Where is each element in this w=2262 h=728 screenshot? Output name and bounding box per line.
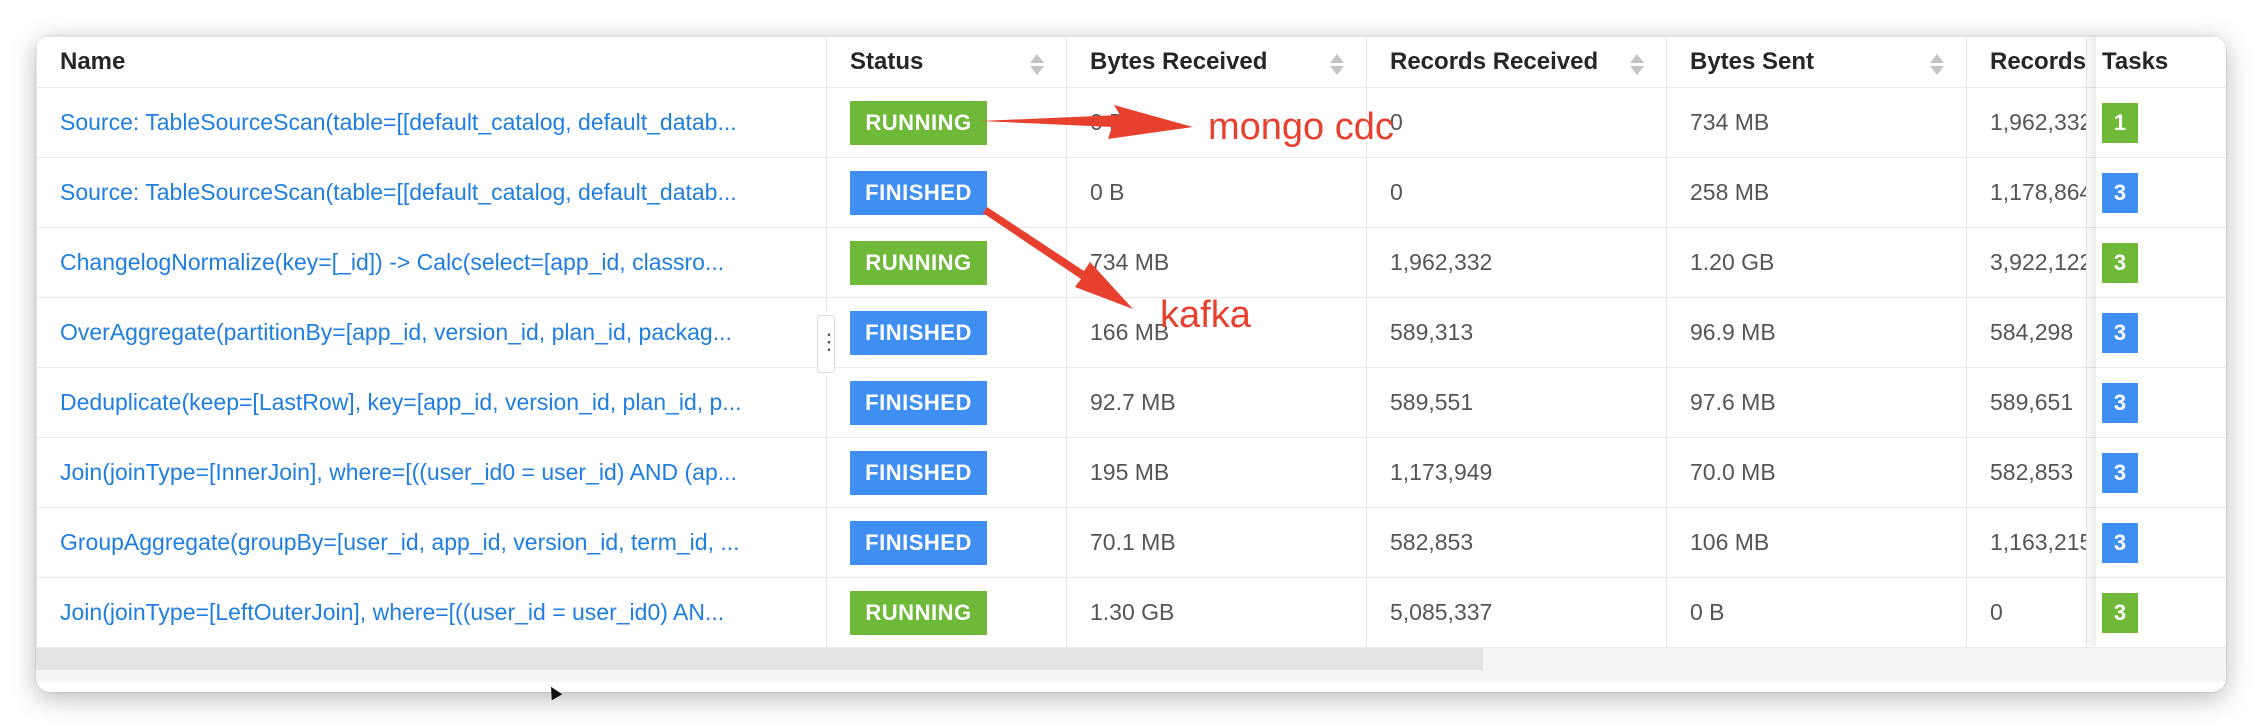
task-count-badge: 3	[2102, 312, 2138, 353]
column-header-name[interactable]: Name	[36, 36, 827, 88]
bytes-received-cell: 195 MB	[1066, 437, 1367, 508]
column-header-status[interactable]: Status	[826, 36, 1067, 88]
table-row[interactable]: Deduplicate(keep=[LastRow], key=[app_id,…	[36, 367, 2226, 438]
records-received-cell: 582,853	[1366, 507, 1667, 578]
table-row[interactable]: Source: TableSourceScan(table=[[default_…	[36, 87, 2226, 158]
sort-caret-icon[interactable]	[1330, 52, 1344, 76]
records-received-cell: 589,313	[1366, 297, 1667, 368]
bytes-sent-cell: 734 MB	[1666, 87, 1967, 158]
tasks-cell: 3	[2086, 507, 2226, 578]
records-sent-cell: 3,922,122	[1966, 227, 2087, 298]
table-row[interactable]: Join(joinType=[InnerJoin], where=[((user…	[36, 437, 2226, 508]
task-count-badge: 3	[2102, 172, 2138, 213]
table-body: Source: TableSourceScan(table=[[default_…	[36, 87, 2226, 648]
table-row[interactable]: Source: TableSourceScan(table=[[default_…	[36, 157, 2226, 228]
bytes-sent-cell: 0 B	[1666, 577, 1967, 648]
status-cell: FINISHED	[826, 367, 1067, 438]
vertex-name-link[interactable]: OverAggregate(partitionBy=[app_id, versi…	[36, 297, 827, 368]
status-cell: FINISHED	[826, 297, 1067, 368]
records-sent-cell: 584,298	[1966, 297, 2087, 368]
vertex-name-link[interactable]: GroupAggregate(groupBy=[user_id, app_id,…	[36, 507, 827, 578]
bytes-received-cell: 0 B	[1066, 157, 1367, 228]
task-count-badge: 3	[2102, 522, 2138, 563]
vertex-name-link[interactable]: Source: TableSourceScan(table=[[default_…	[36, 157, 827, 228]
bytes-sent-cell: 1.20 GB	[1666, 227, 1967, 298]
records-received-cell: 0	[1366, 157, 1667, 228]
tasks-cell: 3	[2086, 227, 2226, 298]
bytes-received-cell: 734 MB	[1066, 227, 1367, 298]
status-cell: RUNNING	[826, 87, 1067, 158]
vertex-name-link[interactable]: ChangelogNormalize(key=[_id]) -> Calc(se…	[36, 227, 827, 298]
tasks-cell: 1	[2086, 87, 2226, 158]
job-vertices-panel: Name Status Bytes Received Records Recei…	[36, 36, 2226, 692]
records-sent-cell: 582,853	[1966, 437, 2087, 508]
status-badge: RUNNING	[850, 590, 987, 635]
table-row[interactable]: OverAggregate(partitionBy=[app_id, versi…	[36, 297, 2226, 368]
tasks-cell: 3	[2086, 157, 2226, 228]
vertex-name-link[interactable]: Deduplicate(keep=[LastRow], key=[app_id,…	[36, 367, 827, 438]
task-count-badge: 3	[2102, 592, 2138, 633]
status-cell: FINISHED	[826, 157, 1067, 228]
records-sent-cell: 1,962,332	[1966, 87, 2087, 158]
table-row[interactable]: GroupAggregate(groupBy=[user_id, app_id,…	[36, 507, 2226, 578]
sort-caret-icon[interactable]	[1030, 52, 1044, 76]
status-badge: RUNNING	[850, 240, 987, 285]
tasks-cell: 3	[2086, 297, 2226, 368]
records-received-cell: 1,173,949	[1366, 437, 1667, 508]
sort-caret-icon[interactable]	[1930, 52, 1944, 76]
bytes-sent-cell: 258 MB	[1666, 157, 1967, 228]
task-count-badge: 3	[2102, 242, 2138, 283]
bytes-sent-cell: 97.6 MB	[1666, 367, 1967, 438]
column-header-records-received[interactable]: Records Received	[1366, 36, 1667, 88]
records-received-cell: 1,962,332	[1366, 227, 1667, 298]
status-badge: FINISHED	[850, 450, 987, 495]
task-count-badge: 3	[2102, 382, 2138, 423]
mongo-cdc-label: mongo cdc	[1208, 106, 1394, 148]
tasks-cell: 3	[2086, 577, 2226, 648]
tasks-cell: 3	[2086, 437, 2226, 508]
column-header-records-sent[interactable]: Records S	[1966, 36, 2087, 88]
status-badge: FINISHED	[850, 310, 987, 355]
records-sent-cell: 589,651	[1966, 367, 2087, 438]
table-row[interactable]: ChangelogNormalize(key=[_id]) -> Calc(se…	[36, 227, 2226, 298]
status-cell: RUNNING	[826, 227, 1067, 298]
vertex-name-link[interactable]: Join(joinType=[LeftOuterJoin], where=[((…	[36, 577, 827, 648]
task-count-badge: 1	[2102, 102, 2138, 143]
bytes-received-cell: 1.30 GB	[1066, 577, 1367, 648]
status-cell: RUNNING	[826, 577, 1067, 648]
kafka-label: kafka	[1160, 294, 1251, 336]
vertex-name-link[interactable]: Source: TableSourceScan(table=[[default_…	[36, 87, 827, 158]
vertical-ellipsis-icon[interactable]: ⋮	[817, 315, 840, 373]
column-header-bytes-received[interactable]: Bytes Received	[1066, 36, 1367, 88]
bytes-sent-cell: 70.0 MB	[1666, 437, 1967, 508]
status-cell: FINISHED	[826, 437, 1067, 508]
bytes-received-cell: 92.7 MB	[1066, 367, 1367, 438]
records-sent-cell: 0	[1966, 577, 2087, 648]
column-header-tasks[interactable]: Tasks	[2086, 36, 2226, 88]
horizontal-scrollbar-thumb[interactable]	[36, 648, 1483, 670]
vertices-table: Name Status Bytes Received Records Recei…	[36, 36, 2226, 648]
task-count-badge: 3	[2102, 452, 2138, 493]
tasks-cell: 3	[2086, 367, 2226, 438]
table-header-row: Name Status Bytes Received Records Recei…	[36, 36, 2226, 88]
records-sent-cell: 1,163,215	[1966, 507, 2087, 578]
status-badge: FINISHED	[850, 380, 987, 425]
bytes-received-cell: 70.1 MB	[1066, 507, 1367, 578]
status-cell: FINISHED	[826, 507, 1067, 578]
status-badge: RUNNING	[850, 100, 987, 145]
status-badge: FINISHED	[850, 170, 987, 215]
records-sent-cell: 1,178,864	[1966, 157, 2087, 228]
bytes-sent-cell: 96.9 MB	[1666, 297, 1967, 368]
column-header-bytes-sent[interactable]: Bytes Sent	[1666, 36, 1967, 88]
records-received-cell: 0	[1366, 87, 1667, 158]
records-received-cell: 589,551	[1366, 367, 1667, 438]
records-received-cell: 5,085,337	[1366, 577, 1667, 648]
table-row[interactable]: Join(joinType=[LeftOuterJoin], where=[((…	[36, 577, 2226, 648]
status-badge: FINISHED	[850, 520, 987, 565]
sort-caret-icon[interactable]	[1630, 52, 1644, 76]
vertex-name-link[interactable]: Join(joinType=[InnerJoin], where=[((user…	[36, 437, 827, 508]
bytes-sent-cell: 106 MB	[1666, 507, 1967, 578]
